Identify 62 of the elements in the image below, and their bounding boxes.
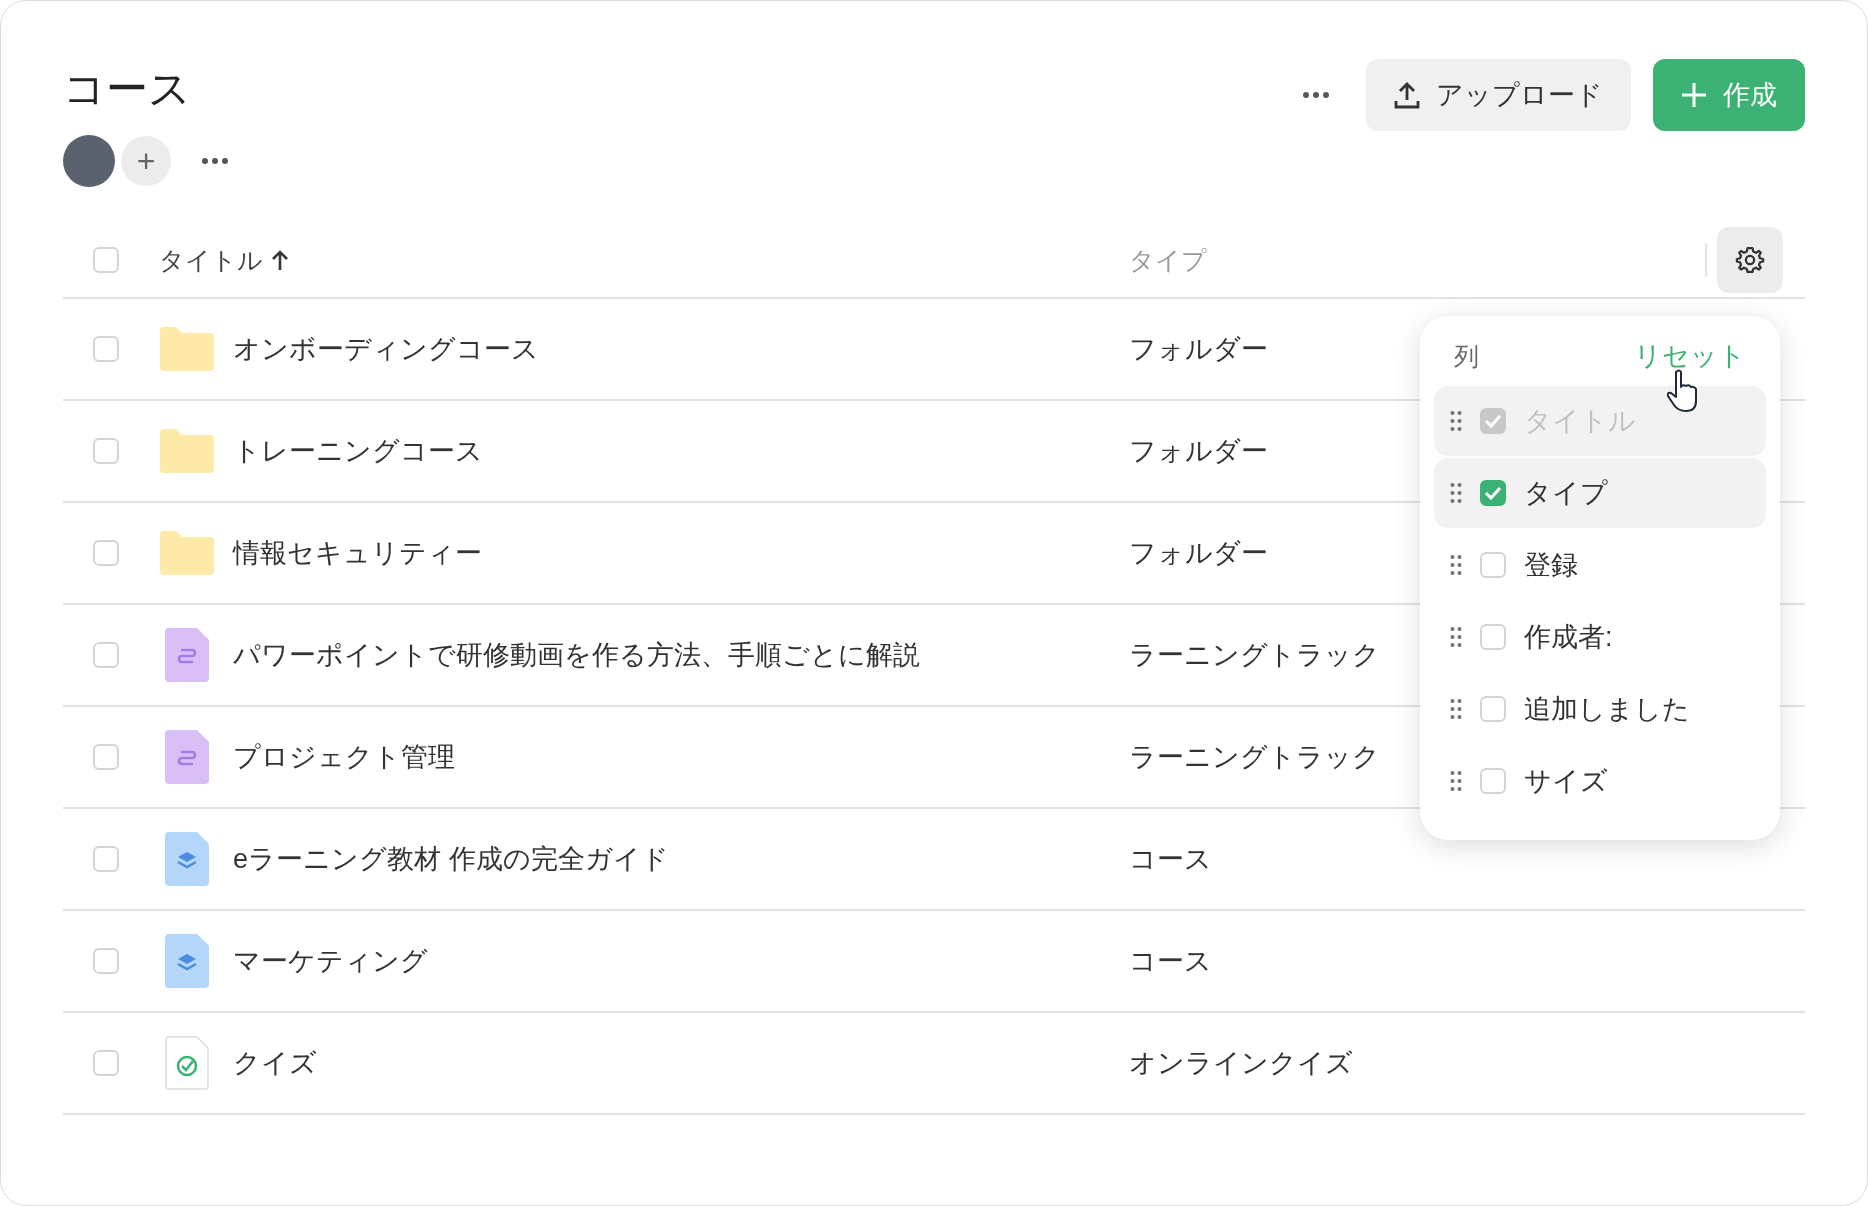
folder-icon bbox=[160, 429, 214, 473]
quiz-document-icon bbox=[165, 1036, 209, 1090]
checkbox[interactable] bbox=[93, 948, 119, 974]
drag-handle-icon[interactable] bbox=[1450, 626, 1462, 648]
upload-icon bbox=[1394, 81, 1420, 109]
checkbox[interactable] bbox=[93, 642, 119, 668]
document-icon bbox=[165, 832, 209, 886]
checkbox[interactable] bbox=[1480, 624, 1506, 650]
drag-handle-icon[interactable] bbox=[1450, 698, 1462, 720]
checkbox[interactable] bbox=[93, 540, 119, 566]
title-cell[interactable]: eラーニング教材 作成の完全ガイド bbox=[233, 841, 669, 877]
type-cell-text: ラーニングトラック bbox=[1129, 639, 1380, 672]
checkbox[interactable] bbox=[93, 1050, 119, 1076]
title-cell[interactable]: パワーポイントで研修動画を作る方法、手順ごとに解説 bbox=[233, 637, 920, 673]
drag-handle-icon[interactable] bbox=[1450, 770, 1462, 792]
title-cell[interactable]: マーケティング bbox=[233, 943, 428, 979]
column-option[interactable]: 追加しました bbox=[1434, 674, 1766, 744]
upload-button[interactable]: アップロード bbox=[1366, 59, 1631, 131]
checkbox[interactable] bbox=[1480, 768, 1506, 794]
type-cell-text: コース bbox=[1129, 945, 1212, 978]
checkbox[interactable] bbox=[93, 336, 119, 362]
drag-handle-icon[interactable] bbox=[1450, 554, 1462, 576]
type-cell-text: フォルダー bbox=[1129, 333, 1268, 366]
checkbox[interactable] bbox=[1480, 552, 1506, 578]
checkbox[interactable] bbox=[93, 438, 119, 464]
type-cell-text: オンラインクイズ bbox=[1129, 1047, 1353, 1080]
settings-button[interactable] bbox=[1717, 227, 1783, 293]
checkbox[interactable] bbox=[93, 744, 119, 770]
checkbox[interactable] bbox=[1480, 480, 1506, 506]
column-header[interactable]: タイトル bbox=[159, 243, 263, 277]
plus-icon bbox=[1681, 82, 1707, 108]
type-cell-text: ラーニングトラック bbox=[1129, 741, 1380, 774]
title-cell[interactable]: オンボーディングコース bbox=[233, 331, 539, 367]
menu-title: 列 bbox=[1454, 340, 1479, 372]
avatar-photo-placeholder[interactable] bbox=[63, 135, 115, 187]
title-cell[interactable]: クイズ bbox=[233, 1045, 317, 1081]
column-option[interactable]: 登録 bbox=[1434, 530, 1766, 600]
type-cell-text: フォルダー bbox=[1129, 537, 1268, 570]
more-icon[interactable] bbox=[1302, 91, 1330, 99]
title-cell[interactable]: 情報セキュリティー bbox=[233, 535, 482, 571]
add-member-button[interactable]: + bbox=[121, 136, 171, 186]
column-option[interactable]: タイプ bbox=[1434, 458, 1766, 528]
checkbox[interactable] bbox=[93, 247, 119, 273]
column-option[interactable]: サイズ bbox=[1434, 746, 1766, 816]
page-title: コース bbox=[63, 64, 192, 114]
type-cell-text: コース bbox=[1129, 843, 1212, 876]
checkbox[interactable] bbox=[93, 846, 119, 872]
type-cell-text: フォルダー bbox=[1129, 435, 1268, 468]
title-cell[interactable]: トレーニングコース bbox=[233, 433, 483, 469]
settings-icon bbox=[1735, 245, 1765, 275]
folder-icon bbox=[160, 327, 214, 371]
hand-cursor-icon bbox=[1666, 369, 1700, 413]
document-icon bbox=[165, 628, 209, 682]
checkbox[interactable] bbox=[1480, 696, 1506, 722]
document-icon bbox=[165, 730, 209, 784]
more-icon[interactable] bbox=[201, 157, 229, 165]
document-icon bbox=[165, 934, 209, 988]
drag-handle-icon[interactable] bbox=[1450, 482, 1462, 504]
column-option[interactable]: 作成者: bbox=[1434, 602, 1766, 672]
arrow-up-icon[interactable] bbox=[271, 249, 289, 271]
title-cell[interactable]: プロジェクト管理 bbox=[233, 739, 455, 775]
folder-icon bbox=[160, 531, 214, 575]
